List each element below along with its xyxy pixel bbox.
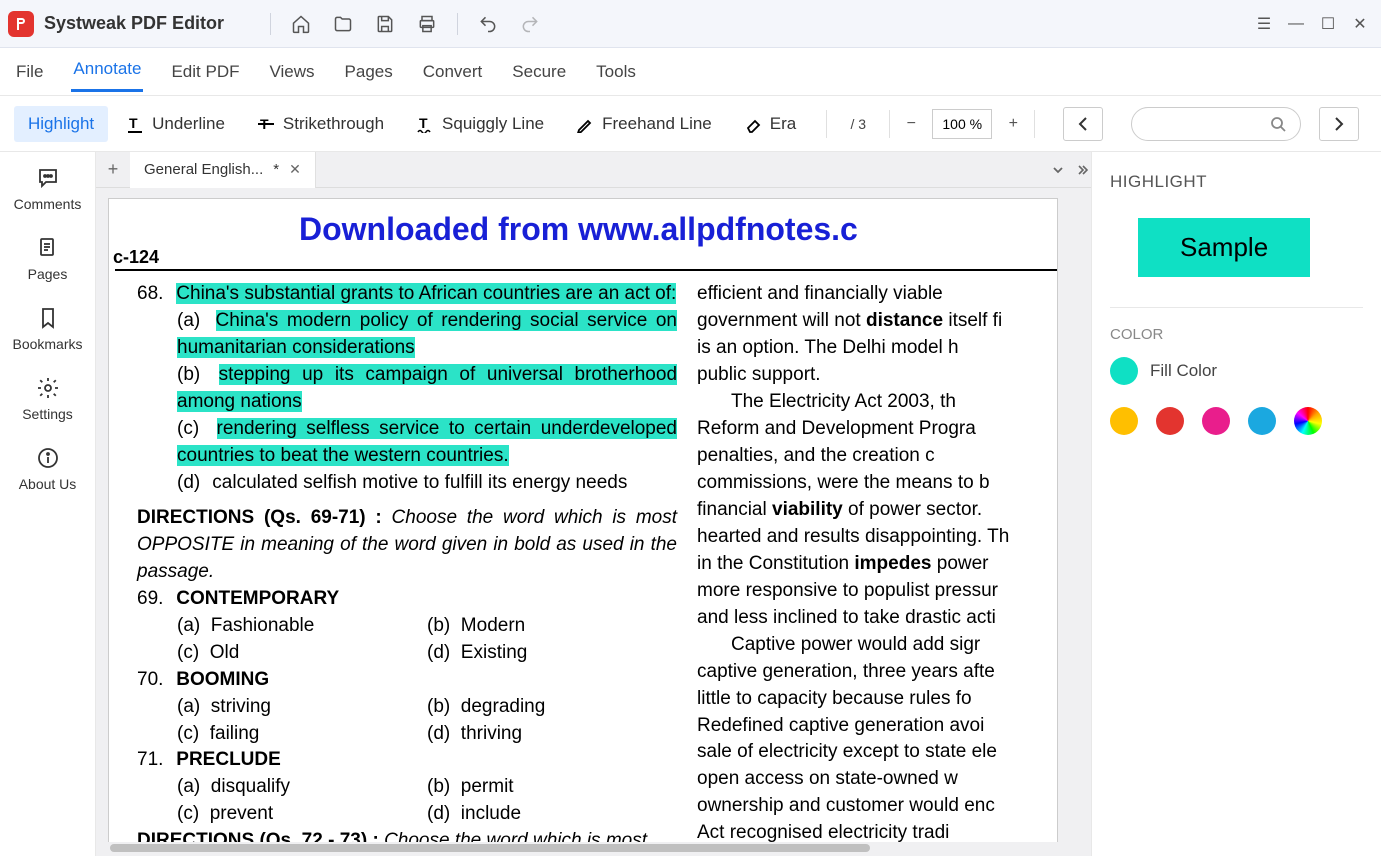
- zoom-level[interactable]: 100 %: [932, 109, 992, 139]
- panel-collapse-icon[interactable]: [1073, 164, 1091, 176]
- right-column: efficient and financially viable governm…: [697, 281, 1037, 848]
- document-tabs: + General English... * ✕: [96, 152, 1091, 188]
- minimize-button[interactable]: —: [1283, 6, 1309, 42]
- annotate-toolbar: Highlight T Underline T Strikethrough T …: [0, 96, 1381, 152]
- tool-squiggly-line[interactable]: T Squiggly Line: [402, 106, 558, 142]
- svg-text:T: T: [419, 115, 428, 131]
- eraser-icon: [744, 115, 762, 133]
- document-viewport[interactable]: Downloaded from www.allpdfnotes.c c-124 …: [96, 188, 1091, 856]
- app-title: Systweak PDF Editor: [44, 13, 224, 34]
- new-tab-button[interactable]: +: [96, 152, 130, 188]
- squiggly-icon: T: [416, 115, 434, 133]
- swatch-red[interactable]: [1156, 407, 1184, 435]
- app-logo-icon: [8, 11, 34, 37]
- horizontal-scrollbar[interactable]: [108, 842, 1058, 854]
- print-icon[interactable]: [409, 6, 445, 42]
- current-color-swatch[interactable]: [1110, 357, 1138, 385]
- tool-strikethrough[interactable]: T Strikethrough: [243, 106, 398, 142]
- home-icon[interactable]: [283, 6, 319, 42]
- sidebar-item-bookmarks[interactable]: Bookmarks: [12, 306, 82, 352]
- save-icon[interactable]: [367, 6, 403, 42]
- prev-page-button[interactable]: [1063, 107, 1103, 141]
- menu-tools[interactable]: Tools: [594, 54, 638, 90]
- document-tab[interactable]: General English... * ✕: [130, 152, 316, 188]
- close-tab-icon[interactable]: ✕: [289, 161, 301, 178]
- strikethrough-icon: T: [257, 115, 275, 133]
- close-button[interactable]: ✕: [1347, 6, 1373, 42]
- menu-pages[interactable]: Pages: [343, 54, 395, 90]
- tab-dropdown-icon[interactable]: [1043, 152, 1073, 188]
- tool-underline[interactable]: T Underline: [112, 106, 239, 142]
- tab-title: General English...: [144, 161, 263, 178]
- open-folder-icon[interactable]: [325, 6, 361, 42]
- zoom-out-button[interactable]: −: [896, 110, 926, 138]
- pencil-icon: [576, 115, 594, 133]
- window-controls: ☰ — ☐ ✕: [1251, 6, 1373, 42]
- info-icon: [36, 446, 60, 470]
- title-bar: Systweak PDF Editor ☰ — ☐ ✕: [0, 0, 1381, 48]
- sample-preview: Sample: [1138, 218, 1310, 277]
- fill-color-row[interactable]: Fill Color: [1110, 357, 1363, 385]
- tab-dirty-indicator: *: [273, 161, 279, 178]
- sidebar-item-about[interactable]: About Us: [19, 446, 77, 492]
- page-banner: Downloaded from www.allpdfnotes.c: [299, 211, 858, 248]
- menu-bar: File Annotate Edit PDF Views Pages Conve…: [0, 48, 1381, 96]
- page-navigation: / 3 − 100 % +: [822, 109, 1039, 139]
- left-sidebar: Comments Pages Bookmarks Settings About …: [0, 152, 96, 856]
- divider: [1110, 307, 1363, 308]
- menu-annotate[interactable]: Annotate: [71, 51, 143, 92]
- tool-highlight[interactable]: Highlight: [14, 106, 108, 142]
- swatch-blue[interactable]: [1248, 407, 1276, 435]
- document-area: + General English... * ✕ Downloaded from…: [96, 152, 1091, 856]
- fill-color-label: Fill Color: [1150, 361, 1217, 381]
- color-section-label: COLOR: [1110, 326, 1363, 343]
- tool-freehand-line[interactable]: Freehand Line: [562, 106, 726, 142]
- menu-edit-pdf[interactable]: Edit PDF: [169, 54, 241, 90]
- menu-convert[interactable]: Convert: [421, 54, 485, 90]
- sidebar-item-comments[interactable]: Comments: [14, 166, 82, 212]
- maximize-button[interactable]: ☐: [1315, 6, 1341, 42]
- sidebar-item-settings[interactable]: Settings: [22, 376, 73, 422]
- page-count: / 3: [833, 110, 883, 138]
- separator: [270, 13, 271, 35]
- svg-text:T: T: [129, 115, 138, 131]
- bookmark-icon: [36, 306, 60, 330]
- panel-title: HIGHLIGHT: [1110, 172, 1363, 192]
- comments-icon: [36, 166, 60, 190]
- undo-icon[interactable]: [470, 6, 506, 42]
- swatch-yellow[interactable]: [1110, 407, 1138, 435]
- menu-file[interactable]: File: [14, 54, 45, 90]
- zoom-in-button[interactable]: +: [998, 110, 1028, 138]
- separator: [457, 13, 458, 35]
- pages-icon: [35, 236, 59, 260]
- next-page-button[interactable]: [1319, 107, 1359, 141]
- page-number-label: c-124: [113, 247, 159, 268]
- search-input[interactable]: [1131, 107, 1301, 141]
- menu-secure[interactable]: Secure: [510, 54, 568, 90]
- swatch-custom-color[interactable]: [1294, 407, 1322, 435]
- sidebar-item-pages[interactable]: Pages: [28, 236, 68, 282]
- properties-panel: HIGHLIGHT Sample COLOR Fill Color: [1091, 152, 1381, 856]
- swatch-pink[interactable]: [1202, 407, 1230, 435]
- gear-icon: [36, 376, 60, 400]
- left-column: 68. China's substantial grants to Africa…: [137, 281, 677, 848]
- search-icon: [1270, 116, 1286, 132]
- color-swatches-row: [1110, 407, 1363, 435]
- underline-icon: T: [126, 115, 144, 133]
- redo-icon[interactable]: [512, 6, 548, 42]
- tool-eraser[interactable]: Era: [730, 106, 810, 142]
- hamburger-icon[interactable]: ☰: [1251, 6, 1277, 42]
- menu-views[interactable]: Views: [268, 54, 317, 90]
- pdf-page: Downloaded from www.allpdfnotes.c c-124 …: [108, 198, 1058, 848]
